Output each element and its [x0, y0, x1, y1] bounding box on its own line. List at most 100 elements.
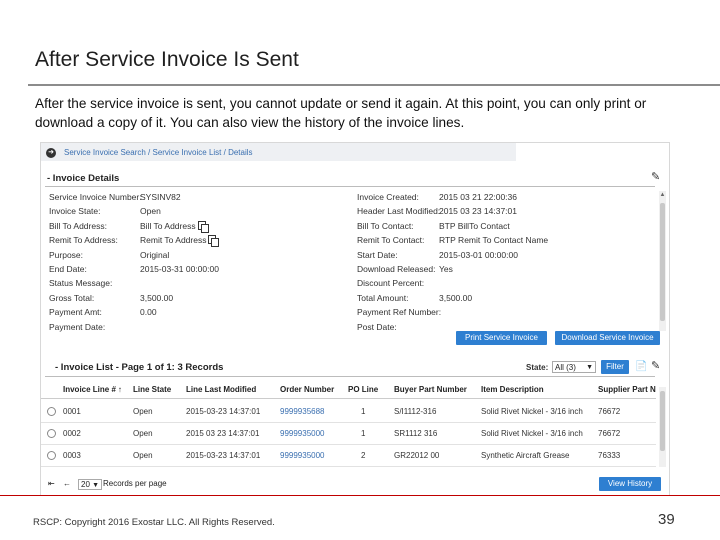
view-history-button[interactable]: View History — [599, 477, 661, 491]
cell-order[interactable]: 9999935000 — [280, 451, 325, 460]
column-header[interactable]: Item Description — [481, 385, 544, 394]
field-value: Original — [140, 250, 169, 260]
column-header[interactable]: Invoice Line # ↑ — [63, 385, 122, 394]
copyright-text: RSCP: Copyright 2016 Exostar LLC. All Ri… — [33, 517, 275, 528]
cell-order[interactable]: 9999935688 — [280, 407, 325, 416]
field-value-text: Original — [140, 249, 170, 260]
print-service-invoice-button[interactable]: Print Service Invoice — [456, 331, 547, 345]
records-per-page-value: 20 — [81, 480, 90, 489]
column-header[interactable]: PO Line — [348, 385, 378, 394]
edit-list-icon[interactable]: ✎ — [651, 361, 662, 372]
invoice-list-title[interactable]: - Invoice List - Page 1 of 1: 3 Records — [55, 362, 223, 373]
slide-title: After Service Invoice Is Sent — [35, 48, 299, 71]
cell-desc: Solid Rivet Nickel - 3/16 inch — [481, 407, 583, 416]
copy-icon[interactable] — [208, 235, 220, 248]
field-value: Yes — [439, 264, 453, 274]
prev-page-icon[interactable]: ← — [63, 479, 71, 488]
column-header[interactable]: Line Last Modified — [186, 385, 256, 394]
cell-po-line: 2 — [361, 451, 366, 460]
state-select[interactable]: All (3) ▼ — [552, 361, 596, 373]
chevron-down-icon: ▼ — [92, 482, 100, 489]
field-value-text: SYSINV82 — [140, 192, 181, 202]
field-value: 2015-03-31 00:00:00 — [140, 264, 219, 274]
field-value: Bill To Address — [140, 220, 209, 233]
app-screenshot: ➜ Service Invoice Search / Service Invoi… — [40, 142, 670, 496]
cell-line: 0003 — [63, 451, 81, 460]
breadcrumb-bar: ➜ Service Invoice Search / Service Invoi… — [41, 143, 516, 161]
column-header[interactable]: Buyer Part Number — [394, 385, 467, 394]
back-arrow-icon[interactable]: ➜ — [46, 148, 56, 158]
column-header-label: Buyer Part Number — [394, 385, 467, 394]
field-value-text: Remit To Address — [140, 235, 207, 246]
field-value-text: 3,500.00 — [140, 292, 174, 303]
scroll-thumb[interactable] — [660, 203, 665, 321]
table-row[interactable]: 0003 Open 2015-03-23 14:37:01 9999935000 2 GR… — [41, 445, 656, 466]
column-header[interactable]: Order Number — [280, 385, 334, 394]
list-scroll-thumb[interactable] — [660, 391, 665, 451]
cell-modified: 2015 03 23 14:37:01 — [186, 429, 260, 438]
field-value-text: Bill To Address — [140, 220, 196, 231]
field-value-text: 2015-03-31 00:00:00 — [140, 264, 219, 274]
invoice-details-title[interactable]: - Invoice Details — [47, 173, 119, 184]
field-value: 3,500.00 — [439, 292, 473, 303]
column-header-label: Line State — [133, 385, 172, 394]
chevron-down-icon: ▼ — [586, 364, 593, 371]
field-value: RTP Remit To Contact Name — [439, 235, 549, 246]
field-label: Payment Date: — [49, 321, 106, 332]
first-page-icon[interactable]: ⇤ — [48, 479, 55, 488]
row-radio[interactable] — [47, 451, 56, 460]
copy-icon[interactable] — [197, 220, 209, 233]
field-value: 3,500.00 — [140, 293, 173, 303]
field-label: Payment Amt: — [49, 307, 102, 318]
download-service-invoice-button[interactable]: Download Service Invoice — [555, 331, 660, 345]
column-header-label: Item Description — [481, 385, 544, 394]
field-value: Remit To Address — [140, 235, 220, 248]
scroll-up-icon[interactable]: ▲ — [659, 192, 666, 199]
details-divider — [45, 186, 655, 187]
field-label: Service Invoice Number: — [49, 192, 142, 202]
cell-buyer-part: S/I1112-316 — [394, 407, 437, 416]
column-header-label: Order Number — [280, 385, 335, 394]
cell-desc: Solid Rivet Nickel - 3/16 inch — [481, 429, 583, 438]
page-number: 39 — [658, 511, 675, 528]
field-label: Remit To Address: — [49, 235, 118, 246]
field-value: 2015 03 21 22:00:36 — [439, 192, 517, 202]
cell-supplier-part: 76672 — [598, 429, 621, 438]
cell-po-line: 1 — [361, 429, 366, 438]
cell-po-line: 1 — [361, 407, 366, 416]
list-scrollbar[interactable] — [659, 387, 666, 467]
cell-state: Open — [133, 429, 153, 438]
records-per-page-label: Records per page — [103, 479, 167, 488]
state-select-value: All (3) — [555, 363, 576, 372]
field-label: Bill To Contact: — [357, 220, 414, 231]
details-scrollbar[interactable]: ▲ — [659, 191, 666, 331]
cell-supplier-part: 76333 — [598, 451, 621, 460]
document-icon[interactable]: 📄 — [635, 361, 647, 372]
row-radio[interactable] — [47, 407, 56, 416]
state-label: State: — [526, 363, 549, 372]
filter-button[interactable]: Filter — [601, 360, 629, 374]
field-value-text: 0.00 — [140, 307, 157, 318]
row-radio[interactable] — [47, 429, 56, 438]
breadcrumb[interactable]: Service Invoice Search / Service Invoice… — [64, 148, 253, 157]
field-label: Invoice Created: — [357, 192, 419, 202]
table-row[interactable]: 0002 Open 2015 03 23 14:37:01 9999935000 1 SR… — [41, 423, 656, 444]
field-value-text: Open — [140, 206, 161, 217]
field-value: BTP BillTo Contact — [439, 220, 510, 231]
cell-modified: 2015-03-23 14:37:01 — [186, 407, 261, 416]
cell-state: Open — [133, 407, 153, 416]
column-header[interactable]: Supplier Part N — [598, 385, 656, 394]
field-label: Header Last Modified: — [357, 206, 441, 217]
cell-desc: Synthetic Aircraft Grease — [481, 451, 570, 460]
cell-order[interactable]: 9999935000 — [280, 429, 325, 438]
table-row[interactable]: 0001 Open 2015-03-23 14:37:01 9999935688 1 S/… — [41, 401, 656, 422]
footer-divider — [0, 495, 720, 496]
records-per-page-select[interactable]: 20 ▼ — [78, 479, 103, 490]
edit-details-icon[interactable]: ✎ — [651, 172, 662, 183]
sort-arrow-icon[interactable]: ↑ — [118, 385, 122, 394]
column-header-label: Line Last Modified — [186, 385, 257, 394]
cell-state: Open — [133, 451, 153, 460]
column-header[interactable]: Line State — [133, 385, 171, 394]
field-label: Post Date: — [357, 321, 397, 332]
field-label: Purpose: — [49, 249, 84, 260]
